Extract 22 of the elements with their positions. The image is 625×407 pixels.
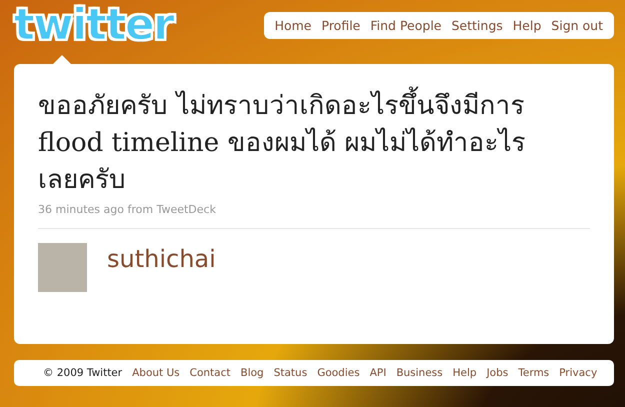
footer-link[interactable]: Terms xyxy=(518,367,550,379)
footer-link[interactable]: Privacy xyxy=(559,367,598,379)
copyright-text: © 2009 Twitter xyxy=(43,367,122,379)
photo-placeholder[interactable] xyxy=(38,243,87,292)
footer-link[interactable]: Help xyxy=(452,367,477,379)
footer-link[interactable]: Contact xyxy=(190,367,230,379)
nav-link[interactable]: Help xyxy=(512,18,542,32)
footer-link[interactable]: Jobs xyxy=(486,367,508,379)
nav-link[interactable]: Sign out xyxy=(551,18,603,32)
tweet-meta: 36 minutes ago from TweetDeck xyxy=(38,203,217,216)
footer-link[interactable]: API xyxy=(370,367,386,379)
tweet-text: ขออภัยครับ ไม่ทราบว่าเกิดอะไรขึ้นจึงมีการ flood timeline ของผมได้ ผมไม่ได้ทำอะไรเลยครับ xyxy=(38,88,558,199)
footer-link[interactable]: Goodies xyxy=(317,367,360,379)
nav-link[interactable]: Home xyxy=(274,18,312,32)
nav-link[interactable]: Find People xyxy=(370,18,442,32)
footer-link[interactable]: About Us xyxy=(132,367,180,379)
footer-link[interactable]: Status xyxy=(274,367,308,379)
footer-link[interactable]: Business xyxy=(396,367,443,379)
footer-link[interactable]: Blog xyxy=(240,367,264,379)
screen-name-link[interactable]: suthichai xyxy=(107,245,216,273)
nav-link[interactable]: Profile xyxy=(322,18,360,32)
nav-link[interactable]: Settings xyxy=(452,18,503,32)
